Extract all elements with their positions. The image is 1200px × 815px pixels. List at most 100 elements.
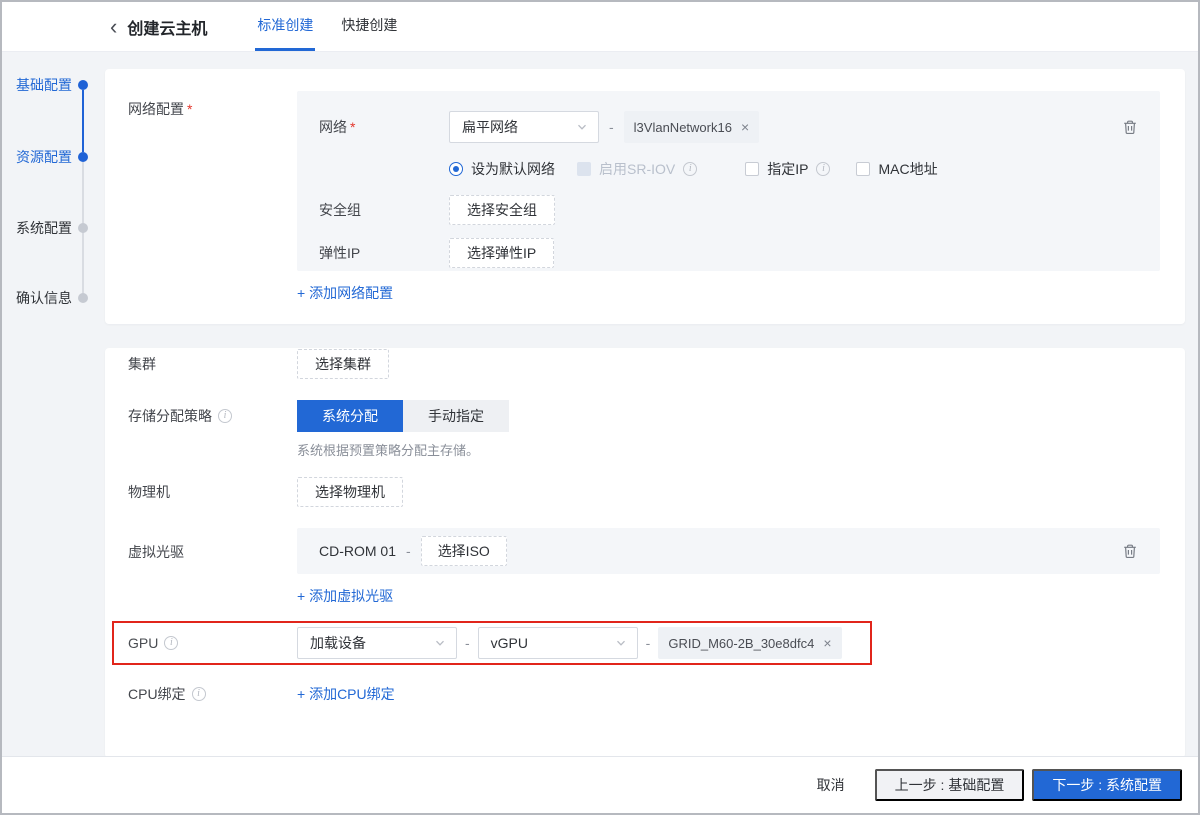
default-network-label: 设为默认网络 — [471, 159, 555, 179]
sriov-checkbox — [577, 162, 591, 176]
sriov-label: 启用SR-IOV — [599, 159, 675, 179]
storage-auto-option[interactable]: 系统分配 — [297, 400, 403, 432]
info-icon[interactable]: i — [683, 162, 697, 176]
next-step-button[interactable]: 下一步 : 系统配置 — [1032, 769, 1182, 801]
sriov-option: 启用SR-IOV i — [577, 159, 697, 179]
delete-network-icon[interactable] — [1122, 119, 1138, 135]
mac-option: MAC地址 — [856, 159, 937, 179]
network-options-row: 设为默认网络 启用SR-IOV i 指定IP i — [449, 159, 1138, 179]
tab-quick-create[interactable]: 快捷创建 — [339, 2, 399, 51]
page-title: 创建云主机 — [127, 15, 207, 39]
cpu-pin-label-text: CPU绑定 — [128, 684, 186, 704]
add-cdrom-link[interactable]: + 添加虚拟光驱 — [297, 586, 393, 606]
select-iso-button[interactable]: 选择ISO — [421, 536, 507, 566]
create-mode-tabs: 标准创建 快捷创建 — [255, 2, 399, 51]
security-group-label: 安全组 — [319, 200, 449, 220]
select-host-button[interactable]: 选择物理机 — [297, 477, 403, 507]
gpu-device-tag: GRID_M60-2B_30e8dfc4 × — [658, 627, 841, 659]
cluster-label-text: 集群 — [128, 354, 156, 374]
cpu-pin-row: CPU绑定 i + 添加CPU绑定 — [105, 684, 1185, 704]
network-tag-text: l3VlanNetwork16 — [634, 120, 732, 135]
step-basic-config[interactable]: 基础配置 — [16, 75, 72, 95]
gpu-type-value: vGPU — [491, 635, 528, 651]
network-config-panel: 网络* 扁平网络 - l3VlanNetwork16 × — [297, 91, 1160, 271]
prev-step-button[interactable]: 上一步 : 基础配置 — [875, 769, 1025, 801]
eip-row: 弹性IP 选择弹性IP — [319, 238, 1138, 268]
network-config-card: 网络配置* 网络* 扁平网络 - — [105, 69, 1185, 324]
main-area: 基础配置 资源配置 系统配置 确认信息 网络配置* 网络* — [2, 52, 1198, 756]
info-icon[interactable]: i — [218, 409, 232, 423]
storage-policy-toggle: 系统分配 手动指定 — [297, 400, 509, 432]
tab-standard-create[interactable]: 标准创建 — [255, 2, 315, 51]
step-confirm-info-dot — [78, 293, 88, 303]
tag-close-icon[interactable]: × — [741, 120, 749, 134]
dash-separator: - — [609, 119, 614, 135]
network-label: 网络* — [319, 117, 449, 137]
dash-separator: - — [406, 543, 411, 559]
cdrom-label: 虚拟光驱 — [105, 528, 297, 562]
storage-policy-hint-row: 系统根据预置策略分配主存储。 — [105, 440, 1185, 459]
cdrom-panel: CD-ROM 01 - 选择ISO — [297, 528, 1160, 574]
chevron-down-icon — [615, 637, 627, 649]
delete-cdrom-icon[interactable] — [1122, 543, 1138, 559]
tag-close-icon[interactable]: × — [823, 636, 831, 650]
default-network-radio[interactable] — [449, 162, 463, 176]
step-confirm-info[interactable]: 确认信息 — [16, 288, 72, 308]
chevron-down-icon — [576, 121, 588, 133]
mac-label: MAC地址 — [878, 159, 937, 179]
cpu-pin-label: CPU绑定 i — [105, 684, 297, 704]
add-cdrom-link-row: + 添加虚拟光驱 — [105, 574, 1185, 606]
add-network-config-link[interactable]: + 添加网络配置 — [297, 283, 393, 303]
host-row: 物理机 选择物理机 — [105, 477, 1185, 507]
step-system-config[interactable]: 系统配置 — [16, 218, 72, 238]
back-icon[interactable]: ‹ — [110, 17, 117, 37]
network-tag: l3VlanNetwork16 × — [624, 111, 759, 143]
gpu-mode-value: 加载设备 — [310, 633, 366, 653]
security-group-row: 安全组 选择安全组 — [319, 195, 1138, 225]
step-resource-config[interactable]: 资源配置 — [16, 147, 72, 167]
chevron-down-icon — [434, 637, 446, 649]
resource-config-card: 集群 选择集群 存储分配策略 i 系统分配 手动指定 系统根据预置策略分配主存储 — [105, 348, 1185, 756]
select-eip-button[interactable]: 选择弹性IP — [449, 238, 554, 268]
required-mark: * — [187, 101, 192, 117]
gpu-type-select[interactable]: vGPU — [478, 627, 638, 659]
eip-label: 弹性IP — [319, 243, 449, 263]
cluster-label: 集群 — [105, 354, 297, 374]
network-type-value: 扁平网络 — [462, 117, 518, 137]
dash-separator: - — [465, 635, 470, 651]
step-basic-config-dot — [78, 80, 88, 90]
network-config-label: 网络配置 — [128, 101, 184, 117]
info-icon[interactable]: i — [164, 636, 178, 650]
storage-policy-row: 存储分配策略 i 系统分配 手动指定 — [105, 400, 1185, 432]
cluster-row: 集群 选择集群 — [105, 348, 1185, 380]
gpu-mode-select[interactable]: 加载设备 — [297, 627, 457, 659]
info-icon[interactable]: i — [192, 687, 206, 701]
page-header: ‹ 创建云主机 标准创建 快捷创建 — [2, 2, 1198, 52]
create-vm-page: ‹ 创建云主机 标准创建 快捷创建 基础配置 资源配置 系统配置 确认信息 网络… — [0, 0, 1200, 815]
gpu-device-tag-text: GRID_M60-2B_30e8dfc4 — [668, 636, 814, 651]
host-label-text: 物理机 — [128, 482, 170, 502]
specify-ip-checkbox[interactable] — [745, 162, 759, 176]
cancel-button[interactable]: 取消 — [817, 775, 845, 795]
footer-bar: 取消 上一步 : 基础配置 下一步 : 系统配置 — [2, 756, 1198, 813]
storage-manual-option[interactable]: 手动指定 — [403, 400, 509, 432]
gpu-label-text: GPU — [128, 635, 158, 651]
network-config-label-col: 网络配置* — [105, 69, 297, 324]
step-system-config-dot — [78, 223, 88, 233]
add-cpu-pin-link[interactable]: + 添加CPU绑定 — [297, 684, 395, 704]
mac-checkbox[interactable] — [856, 162, 870, 176]
specify-ip-label: 指定IP — [767, 159, 808, 179]
specify-ip-option: 指定IP i — [745, 159, 830, 179]
select-cluster-button[interactable]: 选择集群 — [297, 349, 389, 379]
trash-icon — [1122, 543, 1138, 559]
trash-icon — [1122, 119, 1138, 135]
cdrom-label-text: 虚拟光驱 — [128, 542, 184, 562]
gpu-label: GPU i — [114, 635, 297, 651]
storage-policy-hint: 系统根据预置策略分配主存储。 — [297, 440, 479, 459]
select-security-group-button[interactable]: 选择安全组 — [449, 195, 555, 225]
network-label-text: 网络 — [319, 119, 347, 135]
info-icon[interactable]: i — [816, 162, 830, 176]
storage-policy-label: 存储分配策略 i — [105, 406, 297, 426]
network-type-select[interactable]: 扁平网络 — [449, 111, 599, 143]
gpu-highlight-box: GPU i 加载设备 - vGPU - GRID_M60-2B_30e8dfc4 — [112, 621, 872, 665]
